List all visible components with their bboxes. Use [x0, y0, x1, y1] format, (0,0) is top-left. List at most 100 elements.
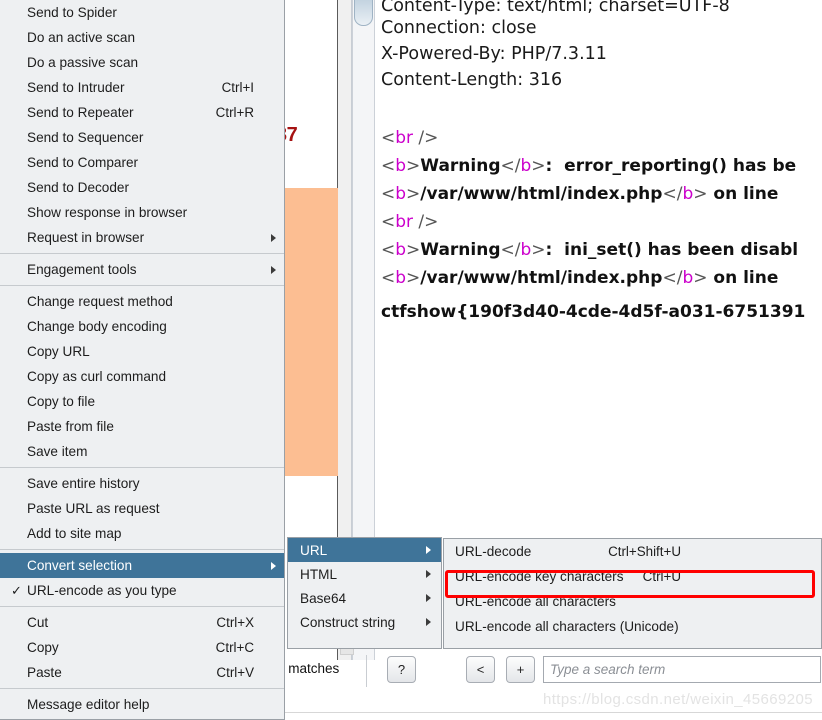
menu-item-label: URL-encode as you type — [27, 583, 177, 598]
menu-item-label: Copy to file — [27, 394, 96, 409]
response-line: <br /> — [381, 212, 439, 232]
menu-item-label: URL-encode all characters — [455, 594, 616, 609]
menu-item-shortcut: Ctrl+X — [216, 615, 254, 630]
response-line: Connection: close — [381, 18, 537, 38]
menu-item-copy[interactable]: Copy Ctrl+C — [0, 635, 284, 660]
url-encode-submenu[interactable]: URL-decode Ctrl+Shift+U URL-encode key cha… — [443, 538, 822, 649]
menu-item-message-editor-help[interactable]: Message editor help — [0, 692, 284, 717]
menu-item-label: Paste from file — [27, 419, 114, 434]
scrollbar-thumb[interactable] — [354, 0, 373, 26]
response-line: <br /> — [381, 128, 439, 148]
menu-item-save-entire-history[interactable]: Save entire history — [0, 471, 284, 496]
menu-item-send-to-decoder[interactable]: Send to Decoder — [0, 175, 284, 200]
menu-item-label: URL-decode — [455, 544, 532, 559]
menu-item-send-to-intruder[interactable]: Send to Intruder Ctrl+I — [0, 75, 284, 100]
menu-item-label: Request in browser — [27, 230, 145, 245]
response-line: Content-Type: text/html; charset=UTF-8 — [381, 0, 730, 16]
url-encode-item-url-encode-all-characters[interactable]: URL-encode all characters — [444, 589, 821, 614]
hscrollbar-thumb[interactable] — [340, 648, 354, 655]
convert-selection-submenu[interactable]: URL HTML Base64 Construct string — [287, 537, 442, 649]
menu-item-url-encode-as-you-type[interactable]: ✓ URL-encode as you type — [0, 578, 284, 603]
menu-item-label: Copy — [27, 640, 59, 655]
menu-item-do-an-active-scan[interactable]: Do an active scan — [0, 25, 284, 50]
response-line: <b>Warning</b>: error_reporting() has be — [381, 156, 797, 176]
menu-separator — [0, 606, 284, 607]
submenu-arrow-icon — [271, 265, 276, 274]
menu-item-label: Engagement tools — [27, 262, 137, 277]
menu-item-shortcut: Ctrl+C — [215, 640, 254, 655]
url-encode-item-url-decode[interactable]: URL-decode Ctrl+Shift+U — [444, 539, 821, 564]
menu-item-send-to-comparer[interactable]: Send to Comparer — [0, 150, 284, 175]
menu-item-do-a-passive-scan[interactable]: Do a passive scan — [0, 50, 284, 75]
menu-separator — [0, 285, 284, 286]
menu-item-label: Do a passive scan — [27, 55, 139, 70]
menu-separator — [0, 253, 284, 254]
menu-item-paste-url-as-request[interactable]: Paste URL as request — [0, 496, 284, 521]
toolbar-divider — [366, 655, 367, 687]
add-search-button[interactable]: + — [506, 656, 535, 683]
menu-separator — [0, 549, 284, 550]
menu-item-label: URL — [300, 542, 328, 558]
response-line: Content-Length: 316 — [381, 70, 563, 90]
help-button[interactable]: ? — [387, 656, 416, 683]
menu-item-copy-as-curl-command[interactable]: Copy as curl command — [0, 364, 284, 389]
menu-item-label: Copy as curl command — [27, 369, 167, 384]
search-input[interactable] — [543, 656, 821, 683]
menu-item-label: Cut — [27, 615, 49, 630]
menu-item-paste[interactable]: Paste Ctrl+V — [0, 660, 284, 685]
menu-item-label: Change body encoding — [27, 319, 167, 334]
menu-item-send-to-sequencer[interactable]: Send to Sequencer — [0, 125, 284, 150]
menu-item-label: Send to Spider — [27, 5, 117, 20]
menu-item-cut[interactable]: Cut Ctrl+X — [0, 610, 284, 635]
menu-item-paste-from-file[interactable]: Paste from file — [0, 414, 284, 439]
menu-item-engagement-tools[interactable]: Engagement tools — [0, 257, 284, 282]
match-count-label: 0 matches — [277, 661, 340, 676]
menu-item-label: Send to Intruder — [27, 80, 125, 95]
convert-item-html[interactable]: HTML — [288, 562, 441, 586]
prev-match-button[interactable]: < — [466, 656, 495, 683]
menu-item-label: Convert selection — [27, 558, 133, 573]
submenu-arrow-icon — [426, 594, 431, 602]
menu-item-request-in-browser[interactable]: Request in browser — [0, 225, 284, 250]
menu-separator — [0, 467, 284, 468]
menu-item-label: Show response in browser — [27, 205, 188, 220]
menu-item-label: Paste URL as request — [27, 501, 160, 516]
submenu-arrow-icon — [426, 546, 431, 554]
url-encode-item-url-encode-key-characters[interactable]: URL-encode key characters Ctrl+U — [444, 564, 821, 589]
menu-item-label: Send to Decoder — [27, 180, 130, 195]
convert-item-url[interactable]: URL — [288, 538, 441, 562]
menu-item-add-to-site-map[interactable]: Add to site map — [0, 521, 284, 546]
menu-item-send-to-spider[interactable]: Send to Spider — [0, 0, 284, 25]
menu-item-send-to-repeater[interactable]: Send to Repeater Ctrl+R — [0, 100, 284, 125]
convert-item-base64[interactable]: Base64 — [288, 586, 441, 610]
menu-item-label: Do an active scan — [27, 30, 136, 45]
menu-item-change-body-encoding[interactable]: Change body encoding — [0, 314, 284, 339]
menu-item-shortcut: Ctrl+R — [215, 105, 254, 120]
convert-item-construct-string[interactable]: Construct string — [288, 610, 441, 634]
menu-item-label: Construct string — [300, 614, 396, 630]
context-menu[interactable]: Send to Spider Do an active scan Do a pass… — [0, 0, 285, 720]
menu-item-label: Send to Sequencer — [27, 130, 144, 145]
menu-item-show-response-in-browser[interactable]: Show response in browser — [0, 200, 284, 225]
menu-item-copy-to-file[interactable]: Copy to file — [0, 389, 284, 414]
submenu-arrow-icon — [271, 561, 276, 570]
menu-item-label: Send to Repeater — [27, 105, 134, 120]
menu-item-label: Save entire history — [27, 476, 140, 491]
menu-item-label: URL-encode key characters — [455, 569, 624, 584]
submenu-arrow-icon — [271, 233, 276, 242]
url-encode-item-url-encode-all-characters-unicode[interactable]: URL-encode all characters (Unicode) — [444, 614, 821, 639]
menu-item-save-item[interactable]: Save item — [0, 439, 284, 464]
burp-repeater-screen: 37 Content-Type: text/html; charset=UTF-… — [0, 0, 822, 720]
response-line: X-Powered-By: PHP/7.3.11 — [381, 44, 607, 64]
response-line: <b>/var/www/html/index.php</b> on line — [381, 184, 779, 204]
watermark-text: https://blog.csdn.net/weixin_45669205 — [543, 691, 813, 708]
menu-item-label: URL-encode all characters (Unicode) — [455, 619, 679, 634]
menu-item-change-request-method[interactable]: Change request method — [0, 289, 284, 314]
menu-item-label: Send to Comparer — [27, 155, 139, 170]
menu-item-shortcut: Ctrl+I — [221, 80, 254, 95]
menu-item-copy-url[interactable]: Copy URL — [0, 339, 284, 364]
menu-item-convert-selection[interactable]: Convert selection — [0, 553, 284, 578]
menu-item-shortcut: Ctrl+Shift+U — [608, 544, 681, 559]
menu-item-label: Paste — [27, 665, 62, 680]
menu-item-shortcut: Ctrl+V — [216, 665, 254, 680]
